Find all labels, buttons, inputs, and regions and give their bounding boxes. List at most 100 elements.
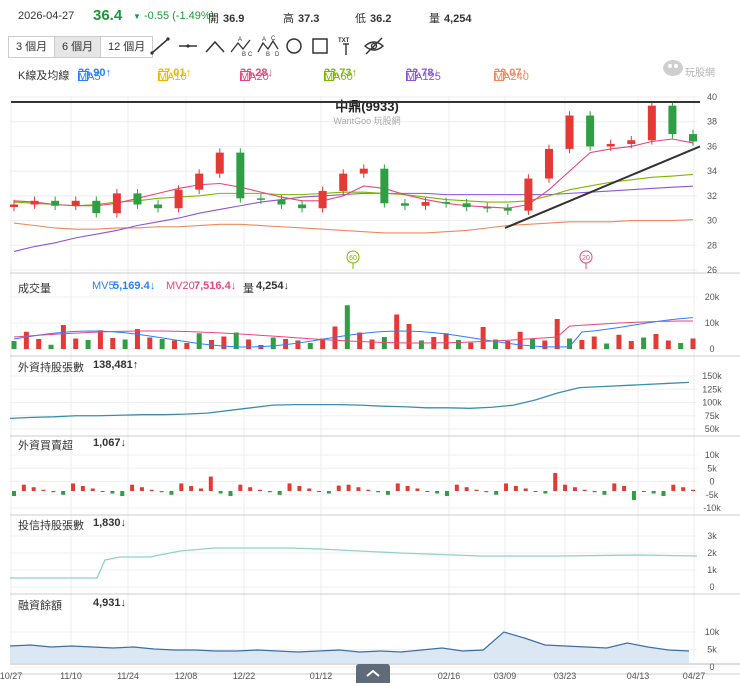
x-tick-label: 12/08	[175, 671, 198, 681]
candle-body	[215, 152, 224, 174]
ma-line-ma20	[13, 138, 694, 209]
foreign-net-y-tick: 5k	[707, 463, 717, 473]
foreign-net-bar	[346, 484, 351, 491]
y-tick-label: 28	[707, 240, 717, 250]
margin-y-tick: 5k	[707, 645, 717, 655]
foreign-net-y-tick: 10k	[705, 450, 720, 460]
volume-y-tick: 0	[709, 344, 714, 354]
abcd-a-label: A	[262, 37, 266, 43]
foreign-net-bar	[415, 488, 420, 491]
watermark-title: 中鼎(9933)	[335, 99, 399, 114]
volume-bar	[480, 327, 486, 349]
range-3m-button[interactable]: 3 個月	[8, 36, 56, 58]
foreign-net-bar	[582, 489, 587, 491]
ma-legend-item-ma5[interactable]: MA5 36.90↑	[78, 67, 111, 83]
foreign-net-y-tick: -5k	[706, 490, 719, 500]
volume-bar	[591, 336, 597, 349]
y-tick-label: 38	[707, 117, 717, 127]
ma-legend: K線及均線 MA5 36.90↑ MA10 37.01↑ MA20 36.28↓ MA…	[0, 63, 740, 83]
range-12m-button[interactable]: 12 個月	[100, 36, 154, 58]
foreign-net-bar	[90, 488, 95, 491]
foreign-net-bar	[376, 491, 381, 493]
y-tick-label: 26	[707, 265, 717, 275]
horizontal-line-tool-icon[interactable]	[176, 35, 200, 57]
margin-value: 4,931↓	[93, 597, 127, 609]
foreign-net-bar	[464, 487, 469, 491]
volume-label: 量	[429, 13, 440, 25]
foreign-net-bar	[602, 491, 607, 495]
foreign-net-bar	[228, 491, 233, 497]
volume-bar	[616, 334, 622, 349]
logo-text: 玩股網	[685, 66, 715, 79]
ma-legend-item-ma10[interactable]: MA10 37.01↑	[158, 67, 191, 83]
volume-bar	[307, 343, 313, 349]
foreign-net-bar	[100, 491, 105, 492]
margin-y-tick: 10k	[705, 627, 720, 637]
volume-bar	[455, 340, 461, 349]
volume-bar	[332, 326, 338, 349]
volume-bar	[357, 332, 363, 349]
foreign-net-bar	[139, 487, 144, 491]
volume-bar	[554, 319, 560, 349]
foreign-net-bar	[425, 491, 430, 492]
period-badge	[579, 250, 593, 264]
foreign-net-bar	[651, 491, 656, 494]
wedge-tool-icon[interactable]	[203, 35, 227, 57]
foreign-net-bar	[533, 491, 538, 492]
x-tick-label: 11/24	[117, 671, 139, 681]
scroll-up-handle[interactable]	[356, 664, 390, 683]
foreign-net-bar	[120, 491, 125, 497]
hide-drawings-icon[interactable]	[362, 35, 386, 57]
circle-tool-icon[interactable]	[282, 35, 306, 57]
volume-bar	[604, 343, 610, 349]
period-badge-label: 60	[349, 255, 357, 262]
foreign-net-y-tick: 0	[709, 477, 714, 487]
candle-body	[112, 193, 121, 214]
candle-body	[400, 203, 409, 206]
ma-legend-item-ma240[interactable]: MA240 30.07↑	[494, 67, 529, 83]
margin-area	[10, 632, 689, 663]
ma-legend-item-ma60[interactable]: MA60 33.73↑	[324, 67, 357, 83]
abc-pattern-tool-icon[interactable]: A BC	[229, 35, 253, 58]
candle-body	[318, 190, 327, 209]
volume-y-tick: 20k	[705, 292, 720, 302]
low-price: 低 36.2	[355, 10, 391, 26]
volume-bar	[171, 340, 177, 349]
volume-bar	[159, 339, 165, 349]
ma-legend-item-ma20[interactable]: MA20 36.28↓	[240, 67, 273, 83]
foreign-net-bar	[179, 483, 184, 491]
candle-body	[689, 134, 697, 142]
open-price: 開 36.9	[208, 10, 244, 26]
foreign-net-bar	[297, 485, 302, 491]
trendline	[504, 145, 701, 229]
range-6m-button[interactable]: 6 個月	[54, 36, 102, 58]
trust-hold-y-tick: 3k	[707, 531, 717, 541]
candle-body	[421, 202, 430, 206]
margin-line	[9, 631, 690, 653]
ma-label: MA20	[240, 71, 269, 83]
foreign-hold-y-tick: 150k	[702, 371, 722, 381]
ma-line-ma60	[13, 173, 694, 207]
volume-bar	[381, 337, 387, 349]
stock-chart-svg: 中鼎(9933)WantGoo 玩股網 60 20 10/27 11/10 11/24 1…	[0, 92, 740, 681]
line-tool-icon[interactable]	[148, 35, 172, 57]
foreign-net-bar	[287, 483, 292, 491]
foreign-net-bar	[612, 483, 617, 491]
abcd-pattern-tool-icon[interactable]: A B C D	[256, 35, 280, 58]
volume-bar	[431, 337, 437, 349]
text-tool-icon[interactable]: TXT	[334, 35, 358, 57]
candle-body	[503, 208, 512, 211]
volume-bar	[270, 337, 276, 349]
volume-bar	[295, 340, 301, 349]
candle-body	[51, 200, 60, 206]
ma-legend-item-ma125[interactable]: MA125 32.78↓	[406, 67, 441, 83]
rectangle-tool-icon[interactable]	[308, 35, 332, 57]
y-tick-label: 34	[707, 166, 717, 176]
mv5-value: 5,169.4↓	[113, 280, 156, 292]
price-change: ▼ -0.55 (-1.49%)	[133, 10, 214, 22]
foreign-net-bar	[31, 487, 36, 491]
volume-bar	[369, 339, 375, 349]
y-tick-label: 36	[707, 141, 717, 151]
volume-bar	[73, 338, 79, 349]
foreign-net-bar	[267, 491, 272, 493]
